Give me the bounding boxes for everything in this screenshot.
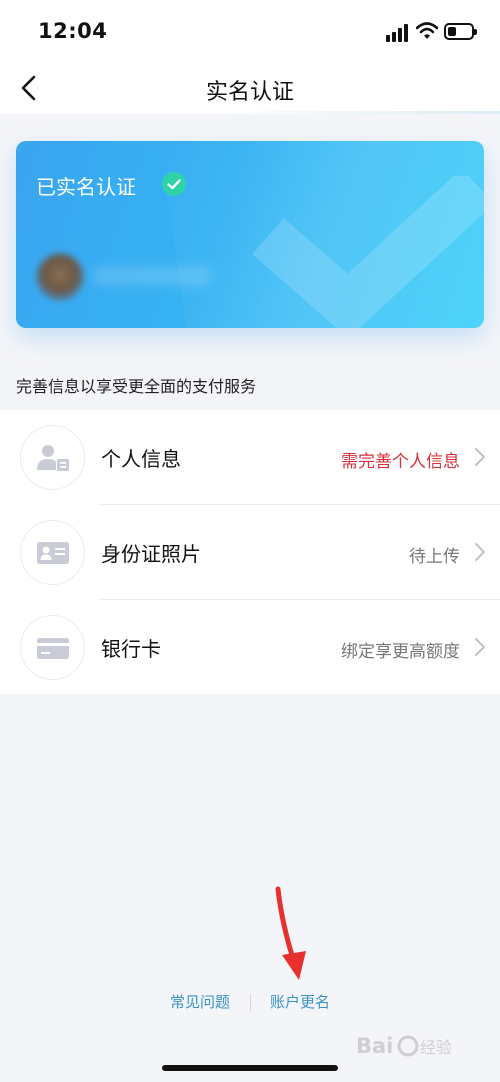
nav-bar: 实名认证 bbox=[0, 64, 500, 114]
list-item-status: 绑定享更高额度 bbox=[341, 642, 460, 662]
verified-card: 已实名认证 bbox=[16, 141, 484, 328]
chevron-right-icon bbox=[475, 448, 485, 466]
list-item-label: 身份证照片 bbox=[101, 542, 201, 566]
svg-text:Bai: Bai bbox=[356, 1034, 393, 1058]
info-hint: 完善信息以享受更全面的支付服务 bbox=[16, 377, 257, 396]
list-item-status: 需完善个人信息 bbox=[341, 452, 460, 472]
list-item-label: 个人信息 bbox=[101, 447, 181, 471]
verified-check-icon bbox=[162, 172, 186, 196]
annotation-arrow-icon bbox=[275, 886, 306, 980]
account-rename-link[interactable]: 账户更名 bbox=[270, 991, 330, 1012]
footer-links: 常见问题 账户更名 bbox=[0, 991, 500, 1015]
svg-text:经验: 经验 bbox=[420, 1038, 452, 1057]
list-item-label: 银行卡 bbox=[101, 637, 161, 661]
id-card-icon bbox=[37, 542, 69, 564]
list-item-status: 待上传 bbox=[409, 547, 460, 567]
chevron-right-icon bbox=[475, 543, 485, 561]
status-bar: 12:04 bbox=[0, 0, 500, 64]
battery-icon bbox=[444, 23, 477, 40]
blurred-name bbox=[92, 267, 212, 285]
signal-icon bbox=[386, 24, 412, 42]
page-title: 实名认证 bbox=[205, 80, 294, 105]
divider bbox=[250, 994, 251, 1012]
list-item-id-photo[interactable]: 身份证照片 待上传 bbox=[0, 505, 500, 600]
person-id-icon bbox=[37, 445, 69, 471]
faq-link[interactable]: 常见问题 bbox=[170, 991, 230, 1012]
bank-card-icon bbox=[37, 638, 69, 659]
avatar bbox=[36, 253, 84, 301]
info-list: 个人信息 需完善个人信息 身份证照片 待上传 银行卡 绑定享更高额度 bbox=[0, 410, 500, 694]
status-time: 12:04 bbox=[38, 19, 108, 43]
home-indicator bbox=[162, 1065, 338, 1071]
large-check-watermark-icon bbox=[252, 176, 484, 328]
verified-label: 已实名认证 bbox=[36, 175, 136, 199]
wifi-icon bbox=[416, 22, 438, 39]
chevron-right-icon bbox=[475, 638, 485, 656]
list-item-personal-info[interactable]: 个人信息 需完善个人信息 bbox=[0, 410, 500, 505]
baidu-watermark-logo: Bai 经验 bbox=[356, 1034, 452, 1058]
list-item-bank-card[interactable]: 银行卡 绑定享更高额度 bbox=[0, 600, 500, 695]
